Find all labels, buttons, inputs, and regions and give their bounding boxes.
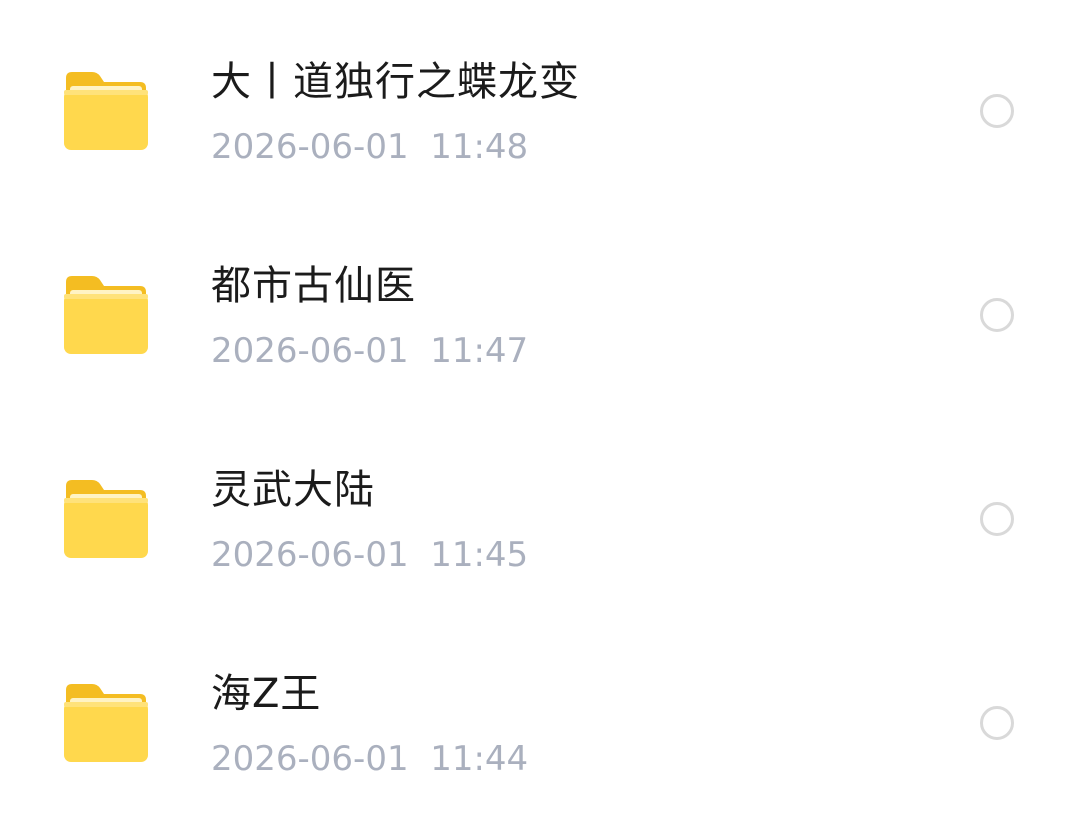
file-timestamp: 2026-06-01 11:44 — [211, 739, 529, 779]
select-radio[interactable] — [980, 298, 1014, 332]
file-row[interactable]: 海Z王 2026-06-01 11:44 — [0, 612, 1080, 816]
file-list: 大丨道独行之蝶龙变 2026-06-01 11:48 都市古仙医 2026-06… — [0, 0, 1080, 838]
file-timestamp: 2026-06-01 11:47 — [211, 331, 529, 371]
select-radio[interactable] — [980, 706, 1014, 740]
file-timestamp: 2026-06-01 11:48 — [211, 127, 529, 167]
file-name: 灵武大陆 — [211, 467, 375, 513]
select-radio[interactable] — [980, 502, 1014, 536]
folder-icon — [62, 276, 148, 354]
file-row[interactable]: 都市古仙医 2026-06-01 11:47 — [0, 204, 1080, 408]
file-row[interactable]: 大丨道独行之蝶龙变 2026-06-01 11:48 — [0, 0, 1080, 204]
file-row[interactable]: 灵武大陆 2026-06-01 11:45 — [0, 408, 1080, 612]
file-name: 大丨道独行之蝶龙变 — [211, 59, 580, 105]
select-radio[interactable] — [980, 94, 1014, 128]
folder-icon — [62, 72, 148, 150]
file-timestamp: 2026-06-01 11:45 — [211, 535, 529, 575]
file-name: 海Z王 — [211, 671, 322, 717]
folder-icon — [62, 684, 148, 762]
file-name: 都市古仙医 — [211, 263, 416, 309]
folder-icon — [62, 480, 148, 558]
